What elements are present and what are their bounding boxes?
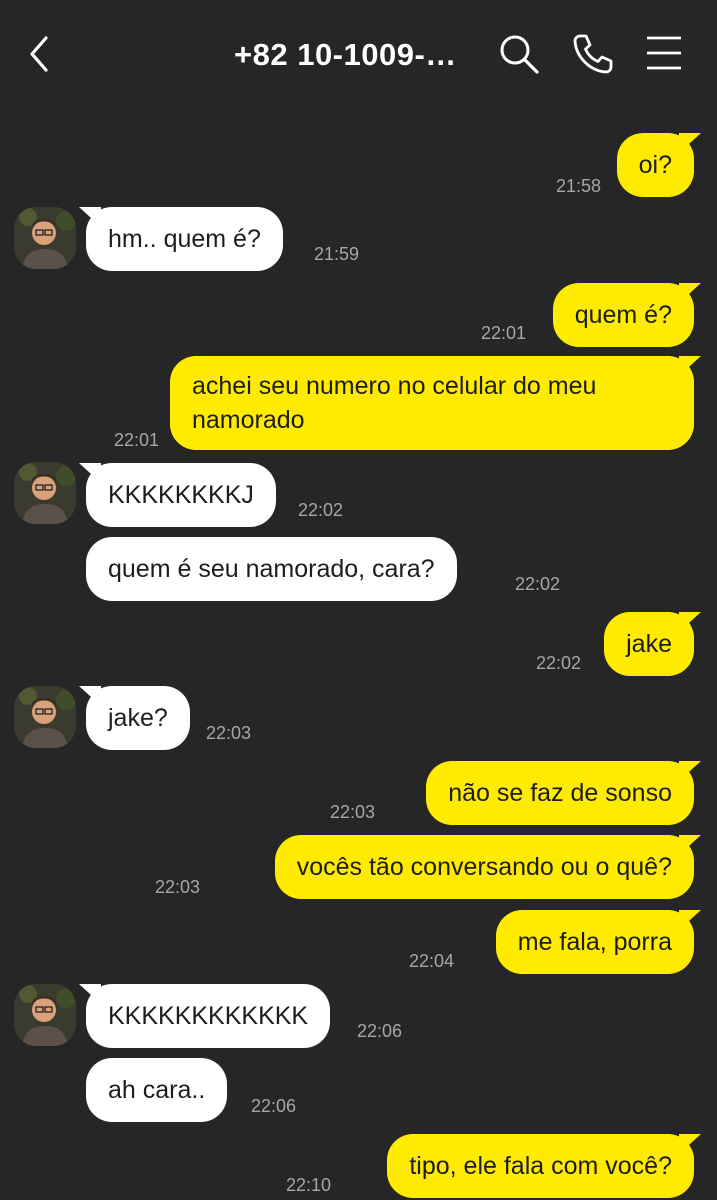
incoming-message[interactable]: quem é seu namorado, cara? <box>86 537 457 601</box>
message-time: 22:01 <box>114 430 160 450</box>
message-time: 21:59 <box>314 244 360 264</box>
contact-avatar-icon <box>14 462 76 524</box>
incoming-message[interactable]: jake? <box>79 686 190 750</box>
message-time: 22:06 <box>251 1096 297 1116</box>
message-time: 22:10 <box>286 1175 332 1195</box>
outgoing-message[interactable]: vocês tão conversando ou o quê? <box>274 835 702 899</box>
outgoing-message[interactable]: tipo, ele fala com você? <box>387 1134 701 1198</box>
message-time: 22:04 <box>409 951 455 971</box>
outgoing-message[interactable]: achei seu numero no celular do meu namor… <box>170 356 701 450</box>
contact-avatar-icon <box>14 207 76 269</box>
message-time: 22:02 <box>298 500 344 520</box>
outgoing-message[interactable]: oi? <box>616 133 702 197</box>
incoming-message[interactable]: ah cara.. <box>86 1058 228 1122</box>
incoming-message[interactable]: KKKKKKKKKKKK <box>78 984 331 1048</box>
outgoing-message[interactable]: me fala, porra <box>495 910 702 974</box>
contact-avatar-icon <box>14 686 76 748</box>
outgoing-message[interactable]: não se faz de sonso <box>426 761 701 825</box>
message-time: 22:06 <box>357 1021 403 1041</box>
message-time: 22:01 <box>481 323 527 343</box>
outgoing-message[interactable]: jake <box>604 612 701 676</box>
outgoing-message[interactable]: quem é? <box>552 283 702 347</box>
contact-avatar-icon <box>14 984 76 1046</box>
incoming-message[interactable]: KKKKKKKKJ <box>79 463 276 527</box>
message-time: 22:02 <box>536 653 582 673</box>
avatar[interactable] <box>14 207 76 269</box>
message-time: 21:58 <box>556 176 602 196</box>
incoming-message[interactable]: hm.. quem é? <box>79 207 283 271</box>
message-list[interactable]: oi? 21:58 hm.. quem é? 21:59 quem é? 22:… <box>0 0 717 1200</box>
message-time: 22:03 <box>206 723 252 743</box>
message-time: 22:03 <box>330 802 376 822</box>
avatar[interactable] <box>14 984 76 1046</box>
message-time: 22:03 <box>155 877 201 897</box>
message-time: 22:02 <box>515 574 561 594</box>
avatar[interactable] <box>14 686 76 748</box>
avatar[interactable] <box>14 462 76 524</box>
